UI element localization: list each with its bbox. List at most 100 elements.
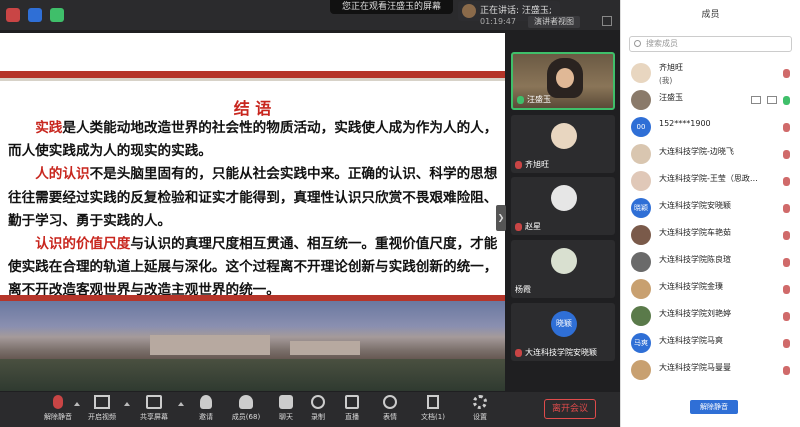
member-name: 152****1900 [659,119,711,128]
participant-avatar [551,123,577,149]
tile-label: 齐旭旺 [515,159,549,170]
video-tile[interactable]: 汪盛玉 [511,52,615,110]
share-screen-button[interactable]: 共享屏幕 [134,395,174,422]
mic-muted-icon[interactable] [6,8,20,22]
caret-up-icon[interactable] [74,402,80,406]
slide-top-band [0,71,505,81]
settings-button[interactable]: 设置 [460,395,500,422]
video-tile[interactable]: 杨霞 [511,240,615,298]
member-row[interactable]: 大连科技学院-王莹（思政… [621,168,800,194]
slide-paragraph: 认识的价值尺度与认识的真理尺度相互贯通、相互统一。重视价值尺度，才能使实践在合理… [8,233,500,303]
mic-muted-icon[interactable] [783,204,790,213]
mic-muted-icon[interactable] [783,231,790,240]
signal-icon[interactable] [50,8,64,22]
member-avatar: 晓颖 [631,198,651,218]
members-button[interactable]: 成员(68) [226,395,266,422]
mic-muted-icon[interactable] [783,177,790,186]
meeting-timer: 01:19:47 [480,17,516,26]
mic-muted-icon[interactable] [783,123,790,132]
camera-icon[interactable] [767,96,777,104]
member-avatar: 马爽 [631,333,651,353]
panel-title: 成员 [701,10,720,20]
member-self-tag: (我) [659,76,673,85]
mic-muted-icon[interactable] [783,285,790,294]
start-video-button[interactable]: 开启视频 [82,395,122,422]
member-row[interactable]: 大连科技学院车艳茹 [621,222,800,248]
member-row[interactable]: 汪盛玉 [621,87,800,113]
chat-icon [279,395,293,409]
search-icon [634,40,641,47]
mic-muted-icon[interactable] [783,312,790,321]
mic-muted-icon[interactable] [783,258,790,267]
tile-label: 汪盛玉 [517,94,551,105]
gear-icon [473,395,487,409]
live-button[interactable]: 直播 [332,395,372,422]
shield-icon[interactable] [28,8,42,22]
reaction-button[interactable]: 表情 [370,395,410,422]
water-shape [0,359,505,391]
fullscreen-icon[interactable] [602,16,612,26]
member-name: 大连科技学院-边晓飞 [659,147,734,156]
campus-photo [0,301,505,391]
mic-muted-icon [53,395,63,409]
member-row[interactable]: 大连科技学院-边晓飞 [621,141,800,167]
mic-muted-icon[interactable] [783,366,790,375]
member-name: 大连科技学院刘艳婷 [659,309,731,318]
slide-highlight: 认识的价值尺度 [35,236,131,253]
member-row[interactable]: 大连科技学院刘艳婷 [621,303,800,329]
member-row[interactable]: 齐旭旺 (我) [621,60,800,86]
documents-button[interactable]: 文档(1) [413,395,453,422]
building-shape [290,341,360,355]
member-row[interactable]: 大连科技学院马曼曼 [621,357,800,383]
building-shape [150,335,270,355]
invite-user-icon [200,395,212,409]
meeting-toolbar: 解除静音 开启视频 共享屏幕 邀请 成员(68) 聊天 录制 直播 表情 文档(… [0,392,620,427]
slide-body: 实践是人类能动地改造世界的社会性的物质活动，实践使人成为作为人的人，而人使实践成… [8,117,500,303]
participant-avatar [551,248,577,274]
video-tile[interactable]: 晓颖 大连科技学院安晓颖 [511,303,615,361]
mic-muted-icon[interactable] [783,150,790,159]
member-search-input[interactable]: 搜索成员 [629,36,792,52]
unmute-button[interactable]: 解除静音 [38,395,78,422]
mic-muted-icon [515,348,522,357]
mic-muted-icon[interactable] [783,339,790,348]
member-avatar [631,252,651,272]
mic-muted-icon[interactable] [783,69,790,78]
caret-up-icon[interactable] [178,402,184,406]
mic-icon[interactable] [783,96,790,105]
live-stream-icon [345,395,359,409]
member-name: 大连科技学院马曼曼 [659,363,731,372]
member-row[interactable]: 晓颖 大连科技学院安晓颖 [621,195,800,221]
member-row[interactable]: 00 152****1900 [621,114,800,140]
invite-button[interactable]: 邀请 [186,395,226,422]
caret-up-icon[interactable] [124,402,130,406]
video-tile[interactable]: 赵星 [511,177,615,235]
record-icon [311,395,325,409]
view-mode-button[interactable]: 演讲者视图 [528,16,580,28]
member-row[interactable]: 大连科技学院金璞 [621,276,800,302]
mic-muted-icon [515,222,522,231]
member-row[interactable]: 大连科技学院陈良瑄 [621,249,800,275]
member-avatar [631,90,651,110]
member-name: 大连科技学院-王莹（思政… [659,174,758,183]
member-avatar [631,144,651,164]
slide-highlight: 实践 [35,120,63,136]
screen-share-notice: 您正在观看汪盛玉的屏幕 [330,0,454,14]
participant-avatar: 晓颖 [551,311,577,337]
slide-paragraph: 人的认识不是头脑里固有的，只能从社会实践中来。正确的认识、科学的思想往往需要经过… [8,163,500,233]
screen-sharing-icon [751,96,761,104]
collapse-arrow-icon[interactable]: ❯ [496,205,506,231]
video-tile[interactable]: 齐旭旺 [511,115,615,173]
camera-off-icon [94,395,110,409]
member-avatar [631,171,651,191]
leave-meeting-button[interactable]: 离开会议 [544,399,596,419]
member-name: 大连科技学院马爽 [659,336,723,345]
share-screen-icon [146,395,162,409]
member-row[interactable]: 马爽 大连科技学院马爽 [621,330,800,356]
unmute-all-button[interactable]: 解除静音 [690,400,738,414]
member-name: 大连科技学院车艳茹 [659,228,731,237]
document-icon [427,395,439,409]
emoji-icon [383,395,397,409]
mic-muted-icon [515,160,522,169]
member-name: 大连科技学院陈良瑄 [659,255,731,264]
